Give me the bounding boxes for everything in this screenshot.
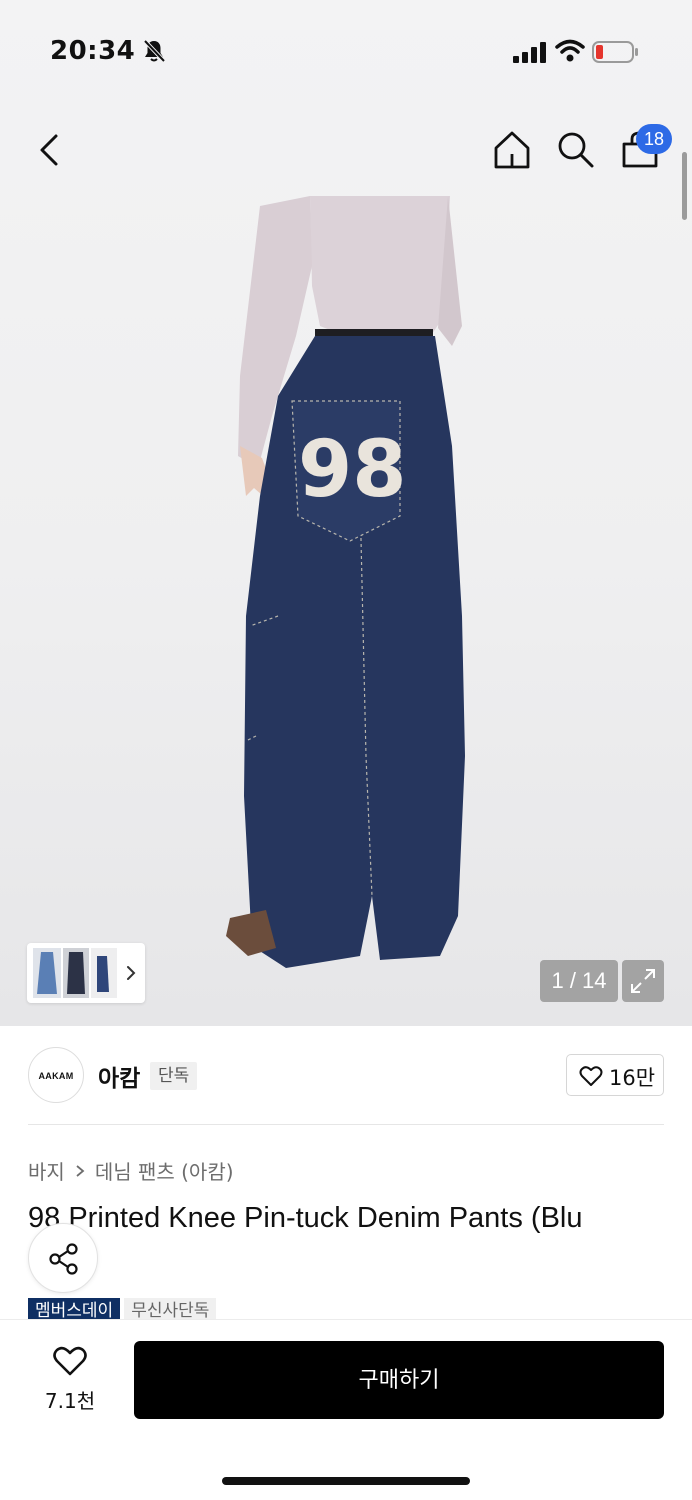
brand-logo[interactable]: AAKAM — [28, 1047, 84, 1103]
home-icon[interactable] — [491, 128, 533, 172]
status-time: 20:34 — [50, 36, 136, 66]
wishlist-count: 7.1천 — [44, 1389, 96, 1413]
chevron-right-icon — [76, 1164, 85, 1177]
status-bar: 20:34 — [0, 0, 692, 100]
exclusive-tag: 단독 — [150, 1062, 198, 1090]
cellular-signal-icon — [513, 42, 546, 63]
product-title: 98 Printed Knee Pin-tuck Denim Pants (Bl… — [28, 1202, 583, 1234]
brand-like-count: 16만 — [609, 1066, 656, 1090]
divider — [28, 1124, 664, 1125]
heart-icon[interactable] — [52, 1345, 88, 1377]
thumbnail-images[interactable] — [33, 948, 117, 998]
heart-icon — [579, 1066, 603, 1086]
breadcrumb-category[interactable]: 바지 — [28, 1156, 65, 1185]
product-photo[interactable]: 98 — [200, 196, 500, 986]
breadcrumb-subcategory[interactable]: 데님 팬츠 (아캄) — [95, 1156, 234, 1185]
scrollbar[interactable] — [682, 152, 687, 220]
image-page-counter: 1 / 14 — [540, 960, 618, 1002]
share-button[interactable] — [28, 1223, 98, 1293]
thumbnail-strip[interactable] — [27, 943, 145, 1003]
battery-low-icon — [592, 41, 638, 63]
brand-name[interactable]: 아캄 — [98, 1059, 140, 1093]
share-icon — [49, 1243, 78, 1275]
cart-count-badge: 18 — [636, 124, 672, 154]
expand-image-button[interactable] — [622, 960, 664, 1002]
product-badges: 멤버스데이 무신사단독 — [28, 1298, 217, 1320]
bell-slash-icon — [143, 39, 166, 63]
wifi-icon — [555, 39, 585, 62]
brand-like-button[interactable]: 16만 — [566, 1054, 664, 1096]
expand-icon — [631, 969, 655, 993]
home-indicator[interactable] — [222, 1477, 470, 1485]
chevron-right-icon[interactable] — [123, 958, 139, 988]
back-arrow-icon[interactable] — [30, 128, 70, 172]
buy-button[interactable]: 구매하기 — [134, 1341, 664, 1419]
svg-text:98: 98 — [298, 425, 407, 515]
musinsa-exclusive-badge: 무신사단독 — [124, 1298, 217, 1320]
search-icon[interactable] — [555, 129, 595, 171]
breadcrumb: 바지 데님 팬츠 (아캄) — [28, 1156, 234, 1185]
product-image-gallery[interactable]: 98 20:34 18 1 / 14 — [0, 0, 692, 1026]
members-day-badge: 멤버스데이 — [28, 1298, 121, 1320]
